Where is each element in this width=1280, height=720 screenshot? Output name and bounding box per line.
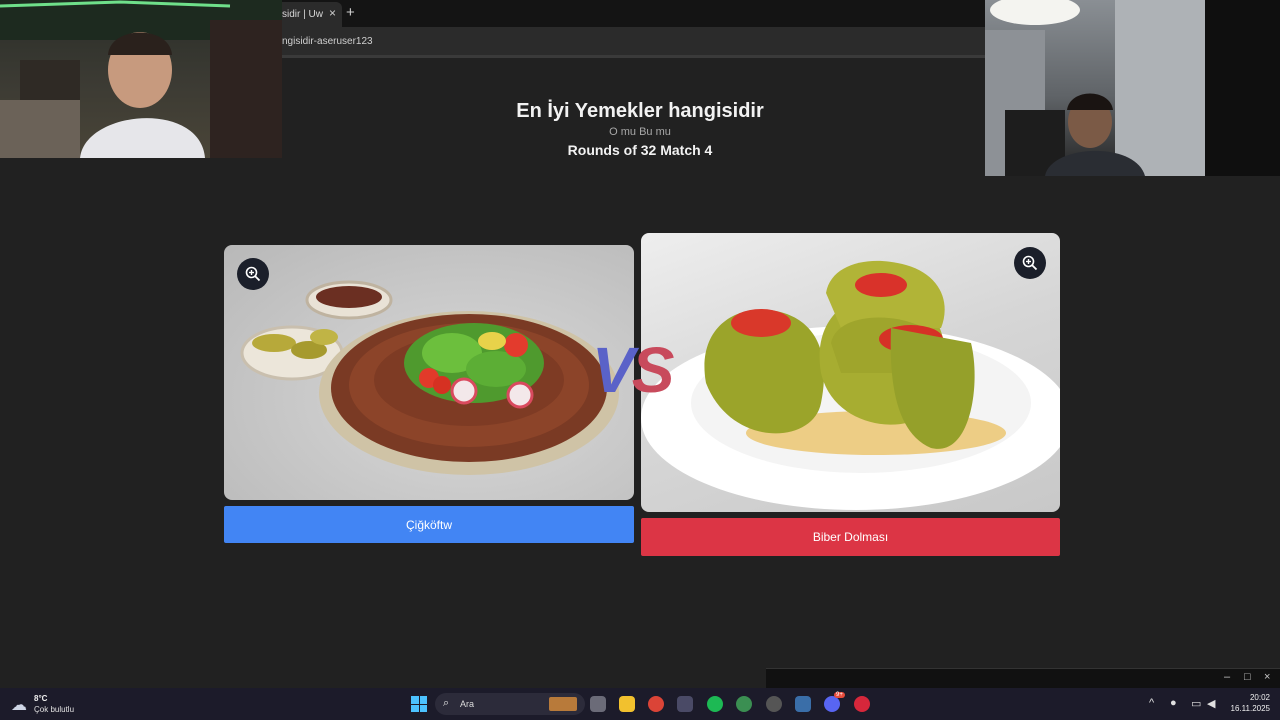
streamer-left-image: [0, 0, 282, 158]
recording-app-icon[interactable]: [854, 696, 870, 712]
right-food-image[interactable]: [641, 233, 1060, 512]
file-explorer-icon[interactable]: [619, 696, 635, 712]
zoom-right-button[interactable]: [1014, 247, 1046, 279]
weather-temperature[interactable]: 8°C: [34, 694, 47, 703]
vs-label: VS: [592, 338, 674, 402]
choice-right-button[interactable]: Biber Dolması: [641, 518, 1060, 556]
zoom-left-button[interactable]: [237, 258, 269, 290]
vs-letter-s: S: [631, 334, 675, 406]
taskbar: ☁ 8°C Çok bulutlu ⌕ Ara 9+ ^ ● ▭ ◀ 20:02…: [0, 688, 1280, 720]
app-icon[interactable]: [795, 696, 811, 712]
taskbar-search[interactable]: ⌕ Ara: [435, 693, 585, 715]
chrome-profile-icon[interactable]: [736, 696, 752, 712]
minimize-icon[interactable]: –: [1224, 671, 1230, 683]
mini-window-bar: – □ ×: [766, 668, 1280, 688]
weather-description[interactable]: Çok bulutlu: [34, 705, 74, 714]
discord-icon[interactable]: [824, 696, 840, 712]
volume-icon[interactable]: ◀: [1207, 697, 1215, 710]
start-button[interactable]: [411, 696, 427, 712]
chrome-icon[interactable]: [648, 696, 664, 712]
task-view-icon[interactable]: [590, 696, 606, 712]
search-placeholder: Ara: [460, 699, 475, 709]
spotify-icon[interactable]: [707, 696, 723, 712]
vs-letter-v: V: [592, 334, 635, 406]
webcam-right: [985, 0, 1280, 176]
clock-date[interactable]: 16.11.2025: [1224, 704, 1270, 713]
discord-badge: 9+: [834, 692, 845, 698]
cigkofte-illustration: [240, 280, 619, 475]
chevron-up-icon[interactable]: ^: [1149, 697, 1154, 709]
zoom-in-icon: [1022, 255, 1038, 271]
webcam-left: [0, 0, 282, 158]
new-tab-button[interactable]: +: [346, 4, 355, 21]
biber-dolmasi-illustration: [641, 260, 1060, 510]
zoom-in-icon: [245, 266, 261, 282]
windows-logo-icon: [411, 696, 419, 704]
streamer-right-image: [985, 0, 1280, 176]
left-food-image[interactable]: [224, 245, 634, 500]
microphone-icon[interactable]: ●: [1170, 697, 1177, 709]
tab-title: sidir | Uw: [282, 9, 323, 20]
steam-icon[interactable]: [766, 696, 782, 712]
screen: sidir | Uw × + ngisidir-aseruser123 En İ…: [0, 0, 1280, 720]
maximize-icon[interactable]: □: [1244, 671, 1251, 683]
close-icon[interactable]: ×: [1264, 671, 1270, 683]
tab-close-icon[interactable]: ×: [329, 6, 336, 20]
choice-left-button[interactable]: Çiğköftw: [224, 506, 634, 543]
store-icon[interactable]: [677, 696, 693, 712]
search-highlight-image: [549, 697, 577, 711]
address-url[interactable]: ngisidir-aseruser123: [282, 36, 373, 47]
search-icon: ⌕: [443, 697, 450, 709]
clock-time[interactable]: 20:02: [1240, 693, 1270, 702]
network-icon[interactable]: ▭: [1191, 697, 1201, 710]
cloud-icon[interactable]: ☁: [11, 695, 27, 715]
